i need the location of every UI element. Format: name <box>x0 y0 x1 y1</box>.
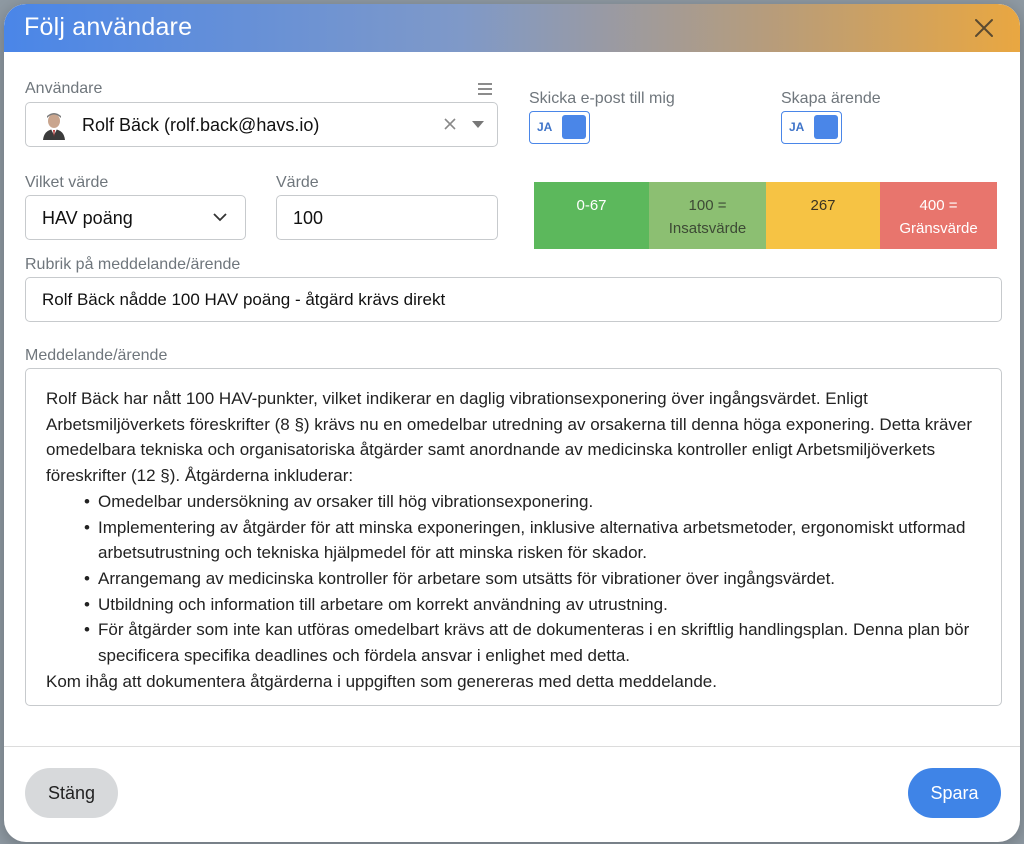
email-toggle[interactable]: JA <box>529 111 590 144</box>
message-textarea[interactable]: Rolf Bäck har nått 100 HAV-punkter, vilk… <box>25 368 1002 706</box>
message-label: Meddelande/ärende <box>25 347 168 364</box>
threshold-scale: 0-67 100 = Insatsvärde 267 400 = Gränsvä… <box>534 182 997 249</box>
list-item: Omedelbar undersökning av orsaker till h… <box>84 489 981 515</box>
scale-segment-subtext: Insatsvärde <box>668 220 747 237</box>
user-value: Rolf Bäck (rolf.back@havs.io) <box>82 115 320 135</box>
user-select[interactable]: Rolf Bäck (rolf.back@havs.io) <box>25 102 498 147</box>
value-label: Värde <box>276 174 319 191</box>
case-toggle-knob <box>814 115 838 139</box>
follow-user-dialog: Följ användare Användare Rolf Bäck (rolf… <box>4 4 1020 842</box>
chevron-down-icon <box>213 213 227 222</box>
which-value-value: HAV poäng <box>42 208 133 228</box>
value-input-text: 100 <box>293 208 324 228</box>
scale-segment-mid: 267 <box>766 182 880 249</box>
list-item: Utbildning och information till arbetare… <box>84 592 981 618</box>
subject-input-text: Rolf Bäck nådde 100 HAV poäng - åtgärd k… <box>42 290 446 309</box>
scale-segment-subtext: Gränsvärde <box>899 220 978 237</box>
which-value-label: Vilket värde <box>25 174 109 191</box>
close-button[interactable]: Stäng <box>25 768 118 818</box>
close-icon <box>975 19 993 37</box>
user-label: Användare <box>25 80 103 97</box>
footer-divider <box>4 746 1020 747</box>
message-intro: Rolf Bäck har nått 100 HAV-punkter, vilk… <box>46 389 973 486</box>
scale-segment-action: 100 = Insatsvärde <box>649 182 766 249</box>
caret-down-icon[interactable] <box>472 121 484 128</box>
email-toggle-text: JA <box>537 120 553 134</box>
message-outro: Kom ihåg att dokumentera åtgärderna i up… <box>46 671 717 691</box>
list-icon[interactable] <box>478 83 492 95</box>
email-toggle-label: Skicka e-post till mig <box>529 90 675 107</box>
avatar <box>39 110 69 140</box>
case-toggle[interactable]: JA <box>781 111 842 144</box>
list-item: Arrangemang av medicinska kontroller för… <box>84 566 981 592</box>
email-toggle-knob <box>562 115 586 139</box>
case-toggle-label: Skapa ärende <box>781 90 881 107</box>
dialog-title: Följ användare <box>24 13 193 41</box>
list-item: För åtgärder som inte kan utföras omedel… <box>84 617 981 668</box>
scale-segment-text: 0-67 <box>576 197 607 214</box>
scale-segment-limit: 400 = Gränsvärde <box>880 182 997 249</box>
dialog-header: Följ användare <box>4 4 1020 52</box>
subject-label: Rubrik på meddelande/ärende <box>25 256 241 273</box>
message-list: Omedelbar undersökning av orsaker till h… <box>84 489 981 669</box>
subject-input[interactable]: Rolf Bäck nådde 100 HAV poäng - åtgärd k… <box>25 277 1002 322</box>
scale-segment-text: 400 = <box>919 197 958 214</box>
which-value-select[interactable]: HAV poäng <box>25 195 246 240</box>
case-toggle-text: JA <box>789 120 805 134</box>
clear-icon[interactable] <box>443 117 457 131</box>
scale-segment-text: 100 = <box>688 197 727 214</box>
save-button[interactable]: Spara <box>908 768 1001 818</box>
scale-segment-low: 0-67 <box>534 182 649 249</box>
list-item: Implementering av åtgärder för att minsk… <box>84 515 981 566</box>
scale-segment-text: 267 <box>810 197 836 214</box>
close-dialog-button[interactable] <box>972 16 996 40</box>
value-input[interactable]: 100 <box>276 195 498 240</box>
